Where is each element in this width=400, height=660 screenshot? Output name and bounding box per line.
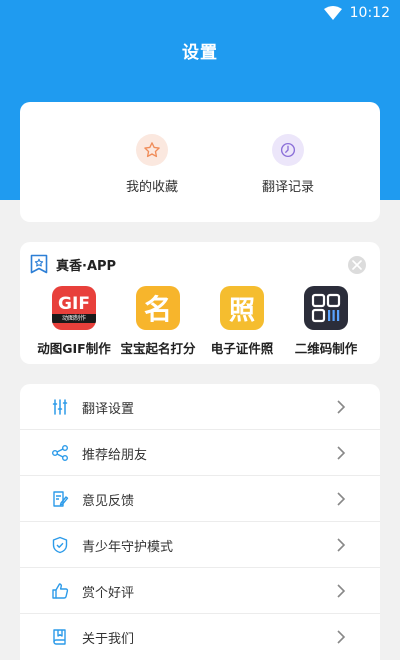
app-label: 宝宝起名打分 (120, 341, 196, 356)
baby-name-glyph: 名 (143, 293, 172, 326)
menu-item-feedback[interactable]: 意见反馈 (20, 476, 380, 522)
menu-label: 推荐给朋友 (82, 447, 148, 463)
quick-actions-card: 我的收藏 翻译记录 (20, 102, 380, 222)
info-book-icon (50, 627, 70, 647)
share-icon (50, 443, 70, 463)
chevron-right-icon (337, 400, 346, 414)
id-photo-glyph: 照 (228, 295, 255, 326)
favorites-label: 我的收藏 (125, 180, 178, 195)
settings-menu: 翻译设置 推荐给朋友 意见反馈 青少年守护模式 赏个好评 关于我们 (20, 384, 380, 660)
translation-history-button[interactable]: 翻译记录 (228, 134, 348, 195)
wifi-icon (323, 6, 342, 20)
gif-sub-text: 动图制作 (52, 313, 96, 323)
shield-icon (50, 535, 70, 555)
menu-label: 赏个好评 (82, 585, 135, 601)
app-label: 动图GIF制作 (37, 341, 111, 356)
gif-badge-text: GIF (58, 293, 90, 314)
status-bar: 10:12 (0, 0, 400, 26)
menu-label: 翻译设置 (82, 401, 135, 417)
menu-item-youth-mode[interactable]: 青少年守护模式 (20, 522, 380, 568)
favorites-button[interactable]: 我的收藏 (92, 134, 212, 195)
feedback-icon (50, 489, 70, 509)
id-photo-app-icon: 照 (220, 286, 264, 330)
menu-label: 意见反馈 (82, 493, 135, 509)
menu-item-rate-us[interactable]: 赏个好评 (20, 568, 380, 614)
app-label: 电子证件照 (210, 341, 274, 356)
qrcode-app-icon (304, 286, 348, 330)
baby-name-app-icon: 名 (136, 286, 180, 330)
app-qrcode-maker[interactable]: 二维码制作 (284, 286, 368, 357)
star-icon (136, 134, 168, 166)
apps-title: 真香·APP (56, 258, 117, 274)
bookmark-star-icon (30, 254, 48, 274)
app-baby-name[interactable]: 名 宝宝起名打分 (116, 286, 200, 357)
menu-label: 青少年守护模式 (82, 539, 174, 555)
menu-label: 关于我们 (82, 631, 135, 647)
menu-item-recommend[interactable]: 推荐给朋友 (20, 430, 380, 476)
chevron-right-icon (337, 584, 346, 598)
gif-app-icon: GIF 动图制作 (52, 286, 96, 330)
apps-header: 真香·APP (30, 254, 116, 274)
chevron-right-icon (337, 492, 346, 506)
close-apps-button[interactable] (348, 256, 366, 274)
clock-icon (272, 134, 304, 166)
recommended-apps-card: 真香·APP GIF 动图制作 动图GIF制作 名 宝宝起名打分 照 电子证件照 (20, 242, 380, 364)
app-id-photo[interactable]: 照 电子证件照 (200, 286, 284, 357)
chevron-right-icon (337, 538, 346, 552)
page-title: 设置 (182, 43, 218, 63)
close-icon (352, 260, 362, 270)
translation-history-label: 翻译记录 (261, 180, 314, 195)
thumbs-up-icon (50, 581, 70, 601)
chevron-right-icon (337, 630, 346, 644)
app-label: 二维码制作 (294, 341, 358, 356)
sliders-icon (50, 397, 70, 417)
chevron-right-icon (337, 446, 346, 460)
menu-item-about-us[interactable]: 关于我们 (20, 614, 380, 660)
app-gif-maker[interactable]: GIF 动图制作 动图GIF制作 (32, 286, 116, 357)
menu-item-translation-settings[interactable]: 翻译设置 (20, 384, 380, 430)
status-time: 10:12 (349, 5, 390, 21)
qrcode-glyph (311, 293, 341, 323)
